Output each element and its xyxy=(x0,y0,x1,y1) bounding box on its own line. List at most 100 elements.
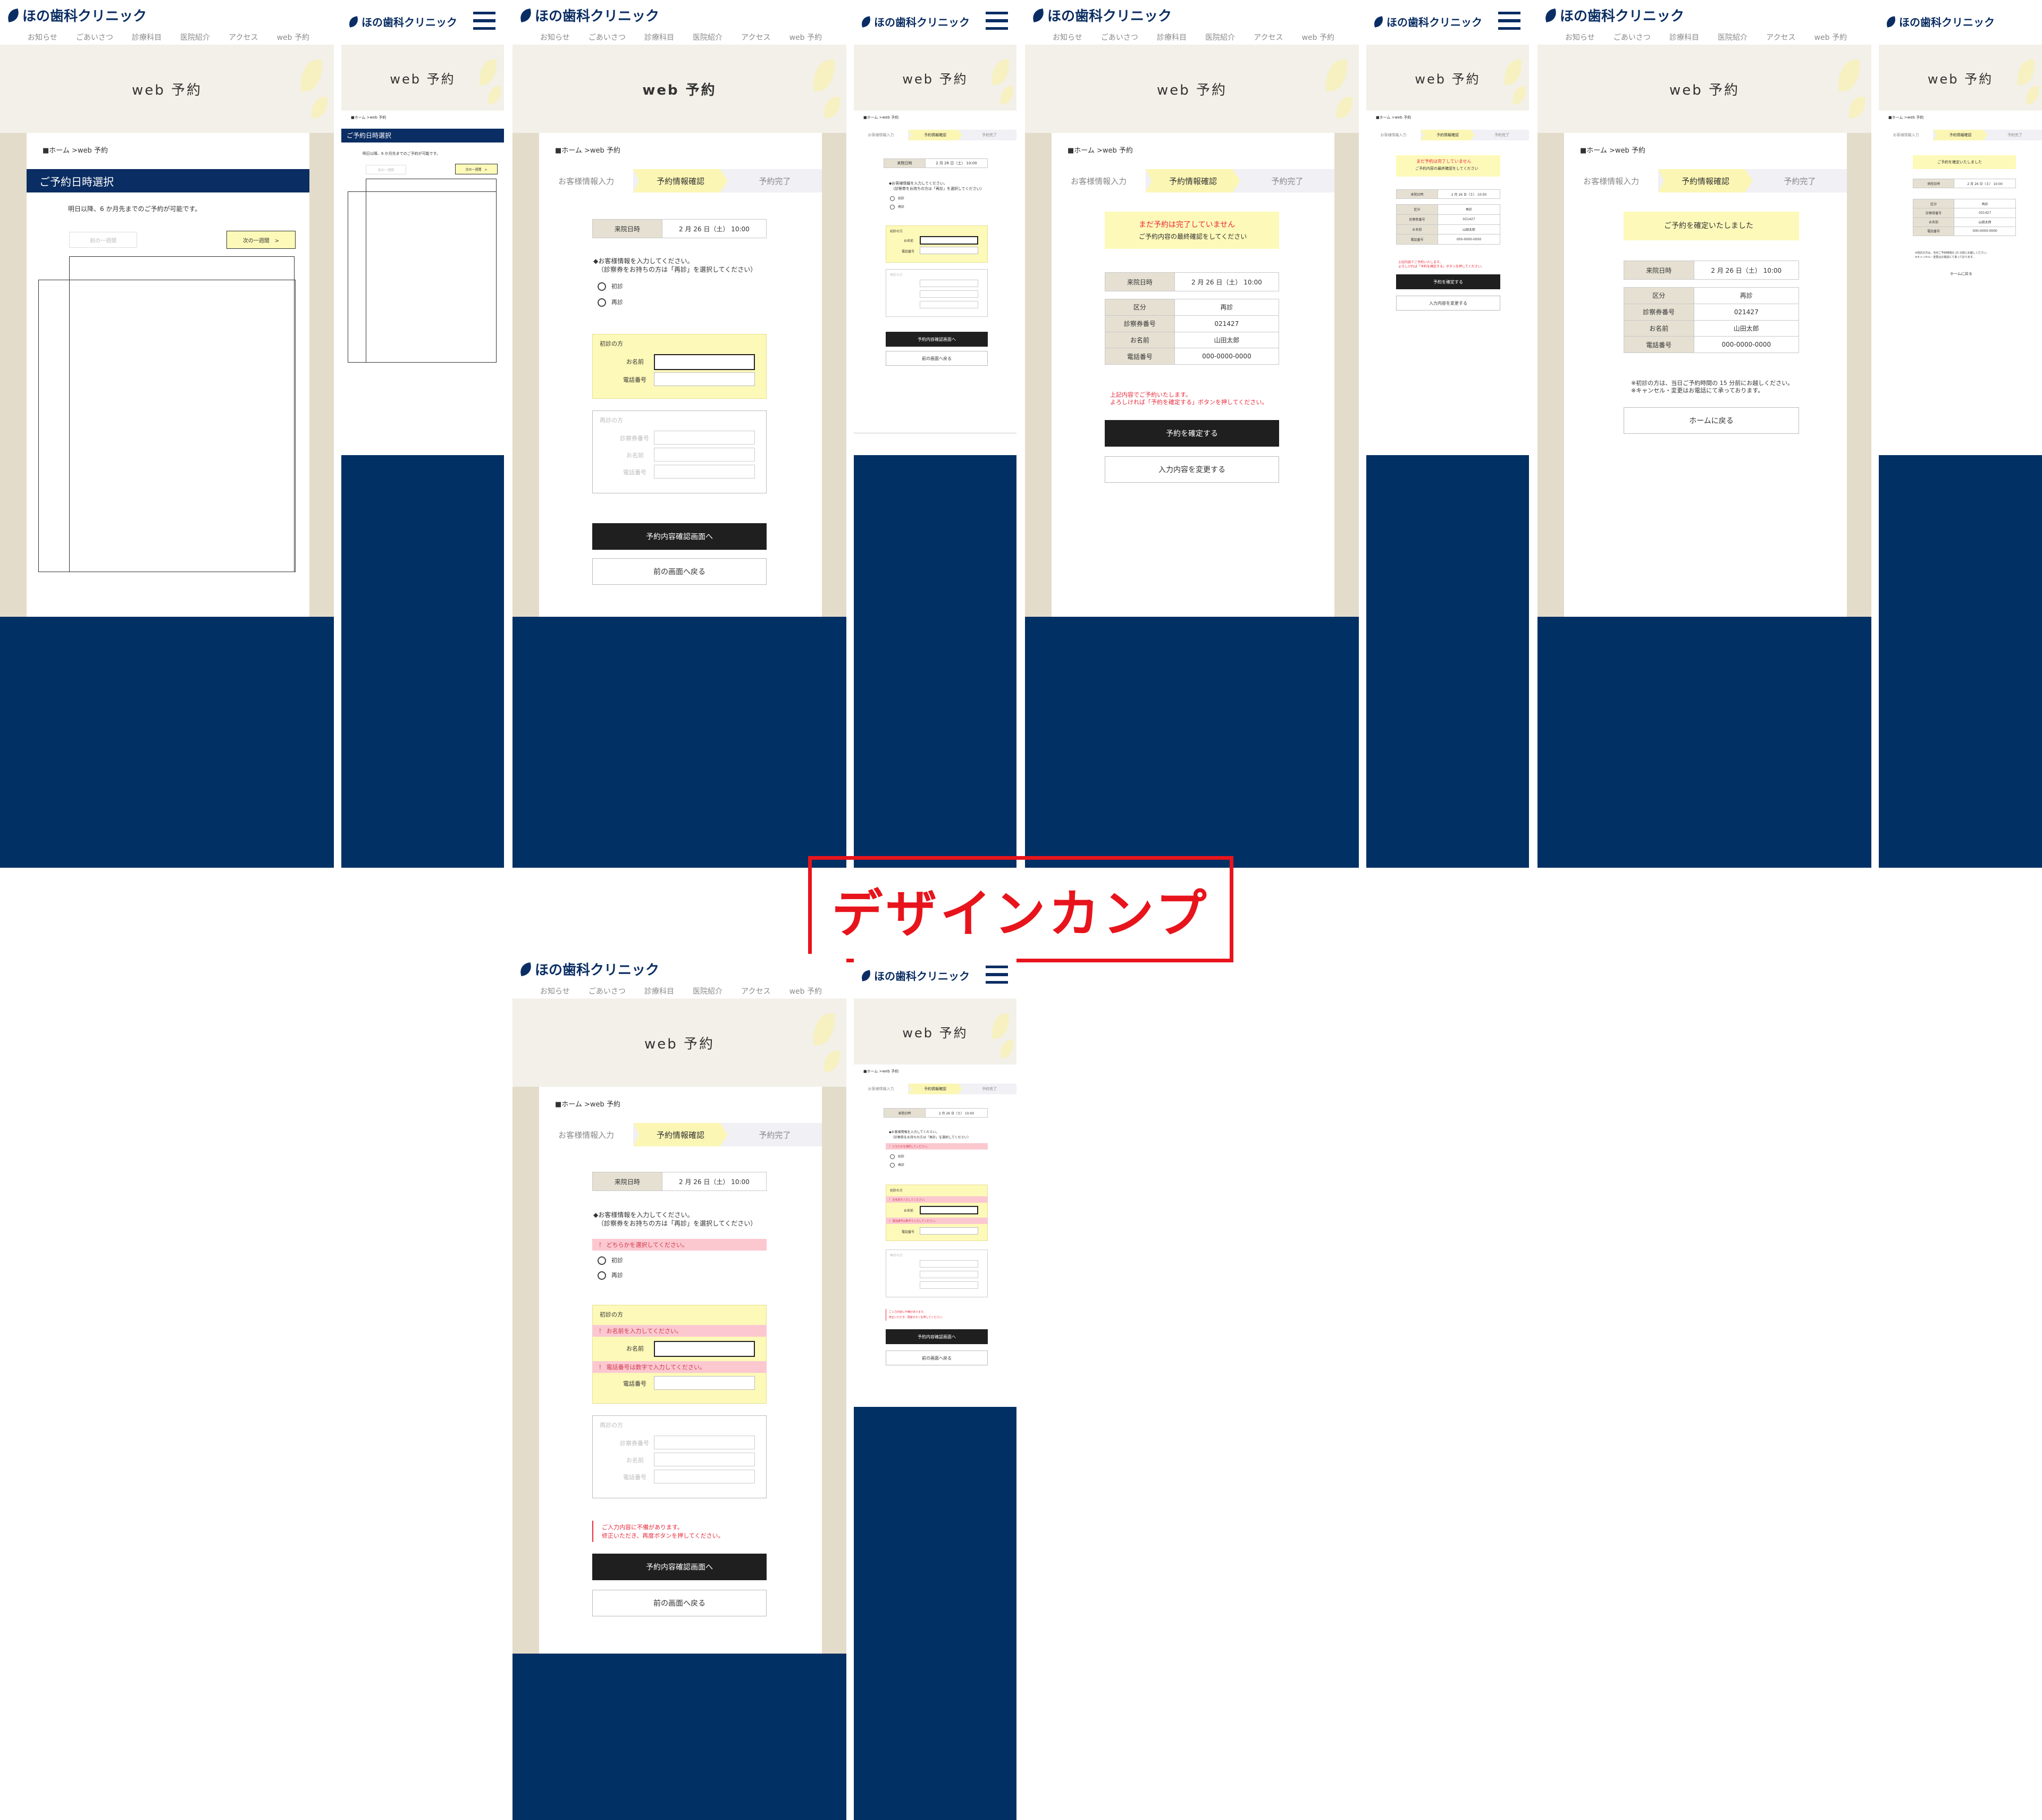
change-input-button[interactable]: 入力内容を変更する xyxy=(1105,456,1279,483)
repeat-name-input[interactable] xyxy=(654,448,755,462)
calendar-table-back[interactable] xyxy=(69,256,295,572)
nav-departments[interactable]: 診療科目 xyxy=(644,986,674,996)
breadcrumb[interactable]: ■ホーム >web 予約 xyxy=(555,1098,620,1109)
nav-greeting[interactable]: ごあいさつ xyxy=(1101,32,1138,43)
breadcrumb[interactable]: ■ホーム >web 予約 xyxy=(351,115,386,120)
repeat-name-input[interactable] xyxy=(654,1453,755,1466)
name-input[interactable] xyxy=(654,1341,755,1357)
radio-repeat-visit[interactable]: 再診 xyxy=(890,1162,904,1168)
nav-web-booking[interactable]: web 予約 xyxy=(277,32,309,43)
nav-departments[interactable]: 診療科目 xyxy=(644,32,674,43)
radio-repeat-visit[interactable]: 再診 xyxy=(890,204,904,209)
nav-web-booking[interactable]: web 予約 xyxy=(789,986,822,996)
hamburger-menu-icon[interactable] xyxy=(986,966,1008,984)
radio-repeat-visit[interactable]: 再診 xyxy=(598,298,623,307)
next-week-button[interactable]: 次の一週間 > xyxy=(226,231,296,249)
confirm-booking-button[interactable]: 予約を確定する xyxy=(1105,420,1279,447)
nav-greeting[interactable]: ごあいさつ xyxy=(589,32,626,43)
nav-access[interactable]: アクセス xyxy=(1254,32,1283,43)
clinic-logo[interactable]: ほの歯科クリニック xyxy=(860,968,970,983)
back-button[interactable]: 前の画面へ戻る xyxy=(592,558,767,585)
nav-greeting[interactable]: ごあいさつ xyxy=(1614,32,1651,43)
home-link[interactable]: ホームに戻る xyxy=(1950,271,1972,276)
breadcrumb[interactable]: ■ホーム >web 予約 xyxy=(1376,115,1411,120)
to-confirm-button[interactable]: 予約内容確認画面へ xyxy=(592,523,767,550)
nav-about[interactable]: 医院紹介 xyxy=(693,986,722,996)
nav-news[interactable]: お知らせ xyxy=(28,32,57,43)
phone-input[interactable] xyxy=(920,1227,978,1235)
repeat-phone-input[interactable] xyxy=(654,1470,755,1483)
clinic-logo[interactable]: ほの歯科クリニック xyxy=(6,5,147,25)
clinic-logo[interactable]: ほの歯科クリニック xyxy=(518,959,659,979)
radio-repeat-icon[interactable] xyxy=(890,1163,895,1168)
nav-news[interactable]: お知らせ xyxy=(1053,32,1082,43)
next-week-button[interactable]: 次の一週間 > xyxy=(455,164,498,174)
nav-access[interactable]: アクセス xyxy=(1766,32,1795,43)
radio-first-visit[interactable]: 初診 xyxy=(890,196,904,201)
phone-input[interactable] xyxy=(654,1376,755,1390)
clinic-logo[interactable]: ほの歯科クリニック xyxy=(348,14,457,29)
phone-input[interactable] xyxy=(920,247,978,254)
radio-first-icon[interactable] xyxy=(598,1256,606,1265)
breadcrumb[interactable]: ■ホーム >web 予約 xyxy=(1580,145,1645,155)
radio-repeat-icon[interactable] xyxy=(890,205,895,209)
repeat-name-input[interactable] xyxy=(920,1271,978,1278)
phone-input[interactable] xyxy=(654,372,755,386)
nav-access[interactable]: アクセス xyxy=(741,986,770,996)
confirm-booking-button[interactable]: 予約を確定する xyxy=(1396,274,1500,289)
home-button[interactable]: ホームに戻る xyxy=(1624,407,1799,434)
back-button[interactable]: 前の画面へ戻る xyxy=(886,1351,988,1365)
clinic-logo[interactable]: ほの歯科クリニック xyxy=(1543,5,1684,25)
to-confirm-button[interactable]: 予約内容確認画面へ xyxy=(886,332,988,347)
nav-greeting[interactable]: ごあいさつ xyxy=(589,986,626,996)
name-input[interactable] xyxy=(920,236,978,245)
nav-web-booking[interactable]: web 予約 xyxy=(1814,32,1847,43)
radio-repeat-visit[interactable]: 再診 xyxy=(598,1271,623,1280)
clinic-logo[interactable]: ほの歯科クリニック xyxy=(1031,5,1172,25)
repeat-phone-input[interactable] xyxy=(920,301,978,308)
back-button[interactable]: 前の画面へ戻る xyxy=(592,1590,767,1616)
back-button[interactable]: 前の画面へ戻る xyxy=(886,351,988,366)
nav-news[interactable]: お知らせ xyxy=(540,986,570,996)
nav-web-booking[interactable]: web 予約 xyxy=(1302,32,1334,43)
radio-first-icon[interactable] xyxy=(890,196,895,201)
name-input[interactable] xyxy=(654,354,755,370)
nav-access[interactable]: アクセス xyxy=(741,32,770,43)
breadcrumb[interactable]: ■ホーム >web 予約 xyxy=(1888,115,1923,120)
clinic-logo[interactable]: ほの歯科クリニック xyxy=(860,14,970,29)
card-input[interactable] xyxy=(920,280,978,287)
nav-access[interactable]: アクセス xyxy=(229,32,258,43)
hamburger-menu-icon[interactable] xyxy=(1498,12,1520,30)
nav-about[interactable]: 医院紹介 xyxy=(693,32,722,43)
nav-greeting[interactable]: ごあいさつ xyxy=(76,32,113,43)
card-input[interactable] xyxy=(654,431,755,444)
clinic-logo[interactable]: ほの歯科クリニック xyxy=(518,5,659,25)
radio-first-icon[interactable] xyxy=(890,1154,895,1159)
radio-first-visit[interactable]: 初診 xyxy=(598,282,623,291)
nav-news[interactable]: お知らせ xyxy=(1565,32,1595,43)
nav-departments[interactable]: 診療科目 xyxy=(132,32,162,43)
to-confirm-button[interactable]: 予約内容確認画面へ xyxy=(886,1329,988,1344)
nav-departments[interactable]: 診療科目 xyxy=(1669,32,1699,43)
change-input-button[interactable]: 入力内容を変更する xyxy=(1396,296,1500,311)
breadcrumb[interactable]: ■ホーム >web 予約 xyxy=(863,1069,898,1074)
card-input[interactable] xyxy=(920,1260,978,1268)
prev-week-button[interactable]: 前の一週間 xyxy=(366,165,406,174)
nav-about[interactable]: 医院紹介 xyxy=(1718,32,1747,43)
repeat-phone-input[interactable] xyxy=(920,1281,978,1289)
radio-repeat-icon[interactable] xyxy=(598,298,606,307)
nav-web-booking[interactable]: web 予約 xyxy=(789,32,822,43)
breadcrumb[interactable]: ■ホーム >web 予約 xyxy=(43,145,108,155)
hamburger-menu-icon[interactable] xyxy=(473,12,495,30)
radio-first-visit[interactable]: 初診 xyxy=(890,1154,904,1159)
prev-week-button[interactable]: 前の一週間 xyxy=(69,232,137,248)
nav-departments[interactable]: 診療科目 xyxy=(1157,32,1187,43)
name-input[interactable] xyxy=(920,1206,978,1214)
hamburger-menu-icon[interactable] xyxy=(986,12,1008,30)
to-confirm-button[interactable]: 予約内容確認画面へ xyxy=(592,1554,767,1580)
clinic-logo[interactable]: ほの歯科クリニック xyxy=(1885,14,1995,29)
nav-news[interactable]: お知らせ xyxy=(540,32,570,43)
breadcrumb[interactable]: ■ホーム >web 予約 xyxy=(863,115,898,120)
nav-about[interactable]: 医院紹介 xyxy=(1205,32,1235,43)
breadcrumb[interactable]: ■ホーム >web 予約 xyxy=(1068,145,1133,155)
